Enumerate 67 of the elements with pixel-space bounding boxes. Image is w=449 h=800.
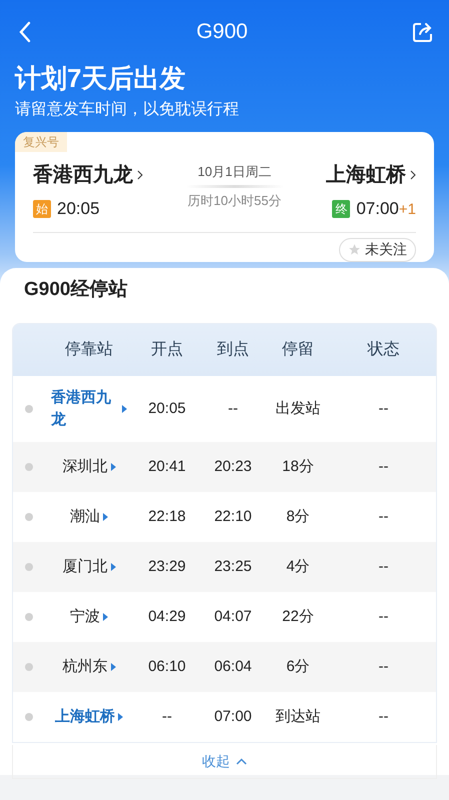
star-icon [348,243,361,256]
triangle-icon [110,463,116,471]
station-link[interactable]: 香港西九龙 [45,387,133,431]
departure-time: 06:10 [147,656,187,677]
triangle-icon [122,405,127,413]
follow-button[interactable]: 未关注 [339,238,416,262]
status-value: -- [378,556,390,577]
back-icon[interactable] [18,21,32,43]
column-header: 停留 [281,340,315,360]
train-type-tag: 复兴号 [15,132,67,152]
departure-hint: 请留意发车时间，以免耽误行程 [15,100,240,120]
stay-duration: 18分 [281,456,315,477]
section-title: G900经停站 [23,278,128,302]
triangle-icon [103,613,108,621]
station-link[interactable]: 宁波 [45,606,133,628]
share-icon[interactable] [412,21,434,43]
station-link[interactable]: 杭州东 [45,656,133,678]
stay-duration: 8分 [285,506,311,527]
status-value: -- [378,706,390,727]
stay-duration: 到达站 [274,706,322,727]
stay-duration: 6分 [285,656,311,677]
triangle-icon [110,563,116,571]
status-value: -- [378,398,390,419]
status-value: -- [378,656,390,677]
travel-duration: 历时10小时55分 [188,192,282,210]
column-header: 开点 [150,340,184,360]
column-header: 状态 [366,340,400,360]
stay-duration: 22分 [281,606,315,627]
arrival-time: 07:00 [213,706,253,727]
status-value: -- [378,606,390,627]
end-tag: 终 [332,200,350,218]
chevron-icon [137,170,143,180]
arrival-time: 06:04 [213,656,253,677]
chevron-up-icon [236,758,247,765]
station-link[interactable]: 潮汕 [45,506,133,528]
arrival-time: 22:10 [213,506,253,527]
departure-time: 20:05 [57,198,100,220]
station-link[interactable]: 深圳北 [45,456,133,478]
arrival-time: 23:25 [213,556,253,577]
travel-date: 10月1日周二 [198,163,272,181]
departure-time: 04:29 [147,606,187,627]
arrival-time: 04:07 [213,606,253,627]
start-tag: 始 [33,200,51,218]
page-title: G900 [196,19,248,46]
station-link[interactable]: 上海虹桥 [45,706,133,728]
arrival-time: 07:00+1 [356,198,416,220]
departure-time: 20:05 [147,398,187,419]
departure-time: 20:41 [147,456,187,477]
stay-duration: 出发站 [274,398,322,419]
triangle-icon [118,713,123,721]
departure-time: 22:18 [147,506,187,527]
origin-station[interactable]: 香港西九龙 [33,160,143,190]
triangle-icon [110,663,116,671]
stay-duration: 4分 [285,556,311,577]
station-link[interactable]: 厦门北 [45,556,133,578]
arrival-time: -- [227,398,239,419]
triangle-icon [103,513,108,521]
destination-station[interactable]: 上海虹桥 [326,160,416,190]
column-header: 停靠站 [64,340,114,360]
departure-time: -- [161,706,173,727]
status-value: -- [378,506,390,527]
column-header: 到点 [216,340,250,360]
arrival-time: 20:23 [213,456,253,477]
departure-headline: 计划7天后出发 [15,62,186,95]
chevron-icon [410,170,416,180]
status-value: -- [378,456,390,477]
departure-time: 23:29 [147,556,187,577]
